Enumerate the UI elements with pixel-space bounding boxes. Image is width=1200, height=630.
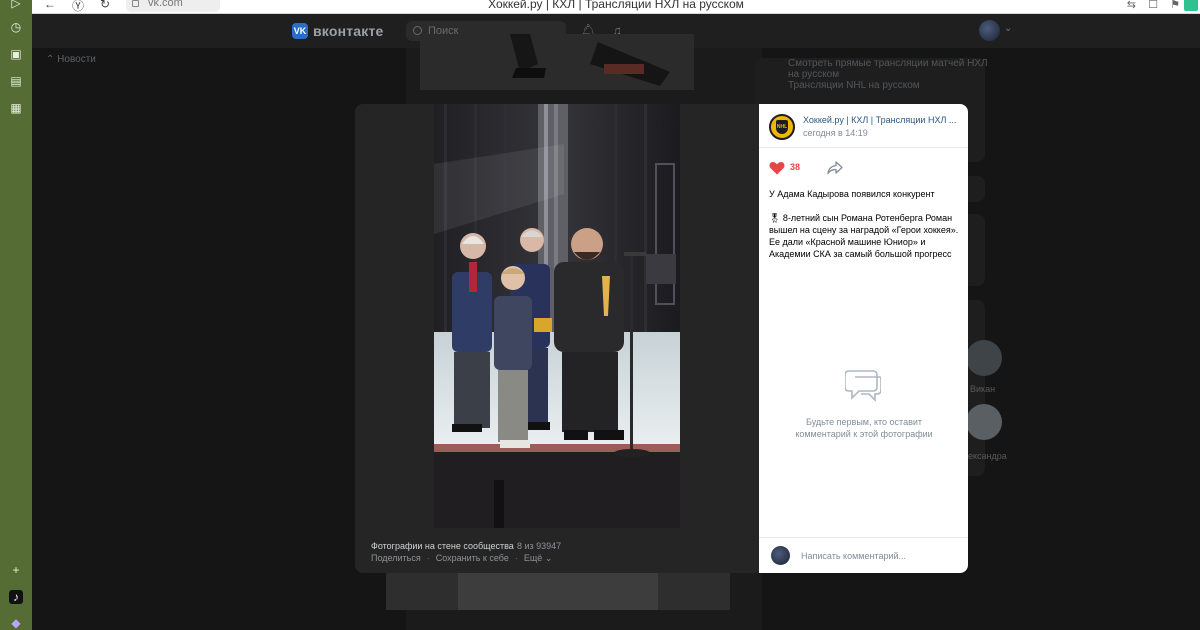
nav-news[interactable]: ⌃ Новости (46, 54, 96, 65)
more-link[interactable]: Ещё ⌄ (524, 553, 552, 564)
post-title: У Адама Кадырова появился конкурент (769, 189, 935, 199)
clock-icon[interactable]: ◷ (9, 20, 23, 34)
comments-icon (845, 370, 881, 402)
extension-icon[interactable]: ◆ (9, 616, 23, 630)
group-avatar[interactable]: NHL (769, 114, 795, 140)
separator-dot: · (514, 553, 518, 563)
browser-toolbar: ← Ⓨ ↻ vk.com Хоккей.ру | КХЛ | Трансляци… (32, 0, 1200, 14)
add-icon[interactable]: + (9, 563, 23, 577)
bookmark-star-icon[interactable]: ⚑ (1170, 0, 1180, 11)
empty-comments-text: Будьте первым, кто оставит комментарий к… (795, 417, 933, 439)
tiktok-icon[interactable]: ♪ (9, 590, 23, 604)
vk-logo-icon[interactable]: VK (292, 23, 308, 39)
friend-name[interactable]: ександра (968, 451, 1007, 461)
group-name[interactable]: Хоккей.ру | КХЛ | Трансляции НХЛ ... (803, 115, 961, 125)
vk-logo-text[interactable]: вконтакте (313, 23, 384, 39)
post-panel: NHL Хоккей.ру | КХЛ | Трансляции НХЛ ...… (759, 104, 968, 573)
photo-actions: Поделиться · Сохранить к себе · Ещё ⌄ (371, 553, 552, 564)
play-icon[interactable]: ▷ (9, 0, 23, 10)
save-link[interactable]: Сохранить к себе (436, 553, 509, 563)
screen: ▷ ◷ ▣ ▤ ▦ + ♪ ◆ ← Ⓨ ↻ vk.com Хоккей.ру |… (0, 0, 1200, 630)
post-body: 🎖 8-летний сын Романа Ротенберга Роман в… (769, 213, 959, 259)
ad-text[interactable]: Смотреть прямые трансляции матчей НХЛ на… (788, 58, 988, 91)
post-photo[interactable] (434, 104, 680, 528)
chevron-up-icon: ⌃ (46, 54, 58, 65)
collections-icon[interactable]: ▤ (9, 74, 23, 88)
friend-avatar[interactable] (966, 404, 1002, 440)
likes-count[interactable]: 38 (790, 162, 800, 172)
grid-icon[interactable]: ▦ (9, 101, 23, 115)
post-time[interactable]: сегодня в 14:19 (803, 128, 868, 138)
share-link[interactable]: Поделиться (371, 553, 421, 563)
user-avatar[interactable] (979, 20, 1000, 41)
browser-side-rail: ▷ ◷ ▣ ▤ ▦ + ♪ ◆ (0, 0, 32, 630)
post-header: NHL Хоккей.ру | КХЛ | Трансляции НХЛ ...… (759, 104, 968, 148)
friend-avatar[interactable] (966, 340, 1002, 376)
shield-extension-icon[interactable] (1184, 0, 1198, 11)
photo-album-caption[interactable]: Фотографии на стене сообщества (371, 541, 514, 551)
post-reactions: 38 (769, 160, 959, 176)
share-icon[interactable] (827, 161, 843, 175)
comment-composer (759, 537, 968, 573)
gallery-icon[interactable]: ▣ (9, 47, 23, 61)
photo-counter: 8 из 93947 (517, 541, 562, 551)
separator-dot: · (426, 553, 430, 563)
comment-input[interactable] (801, 548, 951, 564)
bookmark-icon[interactable]: ☐ (1148, 0, 1158, 11)
friend-name[interactable]: Викан (970, 384, 995, 394)
window-title: Хоккей.ру | КХЛ | Трансляции НХЛ на русс… (488, 0, 744, 11)
my-avatar (771, 546, 790, 565)
nhl-logo-icon: NHL (776, 120, 788, 134)
chevron-down-icon: ⌄ (544, 553, 553, 563)
feed-image-top (420, 34, 694, 90)
translate-icon[interactable]: ⇆ (1127, 0, 1136, 11)
chevron-down-icon[interactable]: ⌄ (1004, 23, 1012, 34)
heart-icon[interactable] (769, 161, 785, 175)
post-text: У Адама Кадырова появился конкурент 🎖 8-… (769, 188, 961, 272)
